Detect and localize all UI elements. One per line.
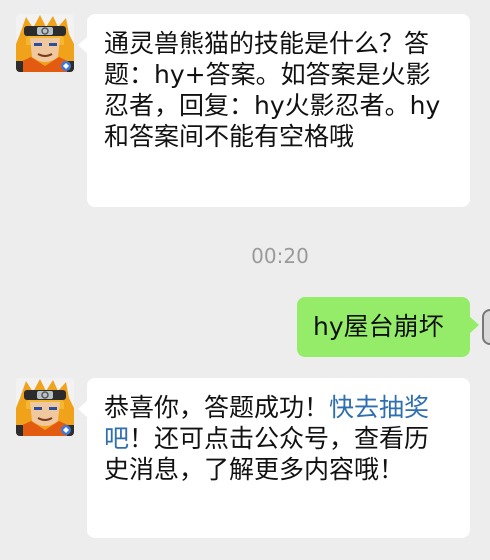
message-text: hy屋台崩坏: [313, 312, 444, 341]
ninja-avatar-icon[interactable]: [16, 378, 74, 436]
outgoing-message-bubble[interactable]: hy屋台崩坏: [297, 297, 479, 357]
incoming-message-bubble[interactable]: 通灵兽熊猫的技能是什么？答题：hy+答案。如答案是火影忍者，回复：hy火影忍者。…: [78, 14, 470, 207]
message-text: ！还可点击公众号，查看历史消息，了解更多内容哦！: [104, 424, 430, 484]
timestamp: 00:20: [251, 244, 309, 268]
message-text: 通灵兽熊猫的技能是什么？答题：hy+答案。如答案是火影忍者，回复：hy火影忍者。…: [104, 29, 441, 151]
ninja-avatar-icon[interactable]: [16, 14, 74, 72]
message-text: 恭喜你，答题成功！: [104, 393, 330, 422]
incoming-message-bubble[interactable]: 恭喜你，答题成功！快去抽奖吧！还可点击公众号，查看历史消息，了解更多内容哦！: [78, 378, 470, 538]
user-avatar-icon[interactable]: [482, 309, 490, 345]
